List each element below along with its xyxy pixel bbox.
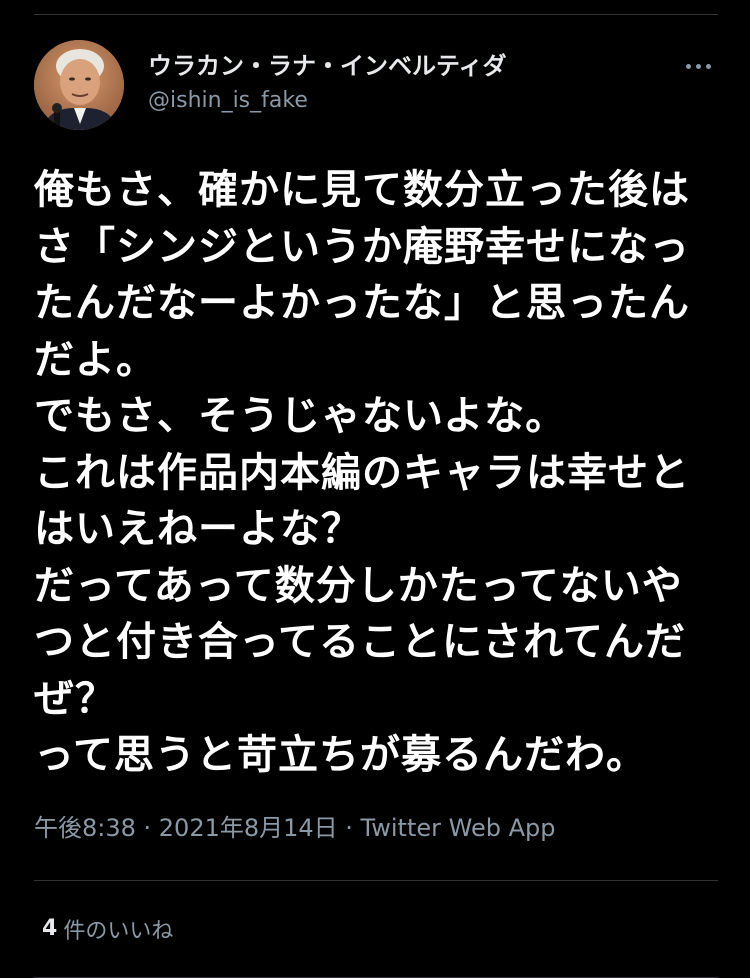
display-name[interactable]: ウラカン・ラナ・インベルティダ [148,50,507,82]
tweet-header: ウラカン・ラナ・インベルティダ @ishin_is_fake [34,40,718,132]
likes-row[interactable]: 4 件のいいね [34,881,718,977]
user-info[interactable]: ウラカン・ラナ・インベルティダ @ishin_is_fake [148,50,507,116]
divider [34,976,718,978]
tweet-text-line: ぜ？ [34,675,116,722]
dot [685,63,691,69]
tweet-text-line: って思うと苛立ちが募るんだわ。 [34,732,647,778]
tweet-text-line: これは作品内本編のキャラは幸せと [34,449,690,496]
tweet-text-line: つと付き合ってることにされてんだ [34,619,686,665]
avatar[interactable] [34,40,124,130]
tweet-text-line: たんだなーよかったな」と思ったん [34,280,690,326]
tweet-text-line: さ「シンジというか庵野幸せになっ [34,223,690,270]
more-options-icon[interactable] [678,54,718,78]
tweet-text: 俺もさ、確かに見て数分立った後は さ「シンジというか庵野幸せになっ たんだなーよ… [34,162,718,784]
dot [705,63,711,69]
dot [695,63,701,69]
top-divider [34,14,718,15]
tweet-text-line: だってあって数分しかたってないや [34,562,683,609]
tweet: ウラカン・ラナ・インベルティダ @ishin_is_fake 俺もさ、確かに見て… [34,40,718,978]
tweet-text-line: でもさ、そうじゃないよな。 [34,393,567,439]
likes-count: 4 [42,916,58,941]
tweet-text-line: 俺もさ、確かに見て数分立った後は [34,167,690,213]
likes-label: 件のいいね [63,918,174,944]
tweet-text-line: はいえねーよな？ [34,506,362,552]
tweet-text-line: だよ。 [34,336,157,383]
tweet-timestamp[interactable]: 午後8:38 · 2021年8月14日 · Twitter Web App [34,812,718,844]
user-handle[interactable]: @ishin_is_fake [148,86,507,116]
